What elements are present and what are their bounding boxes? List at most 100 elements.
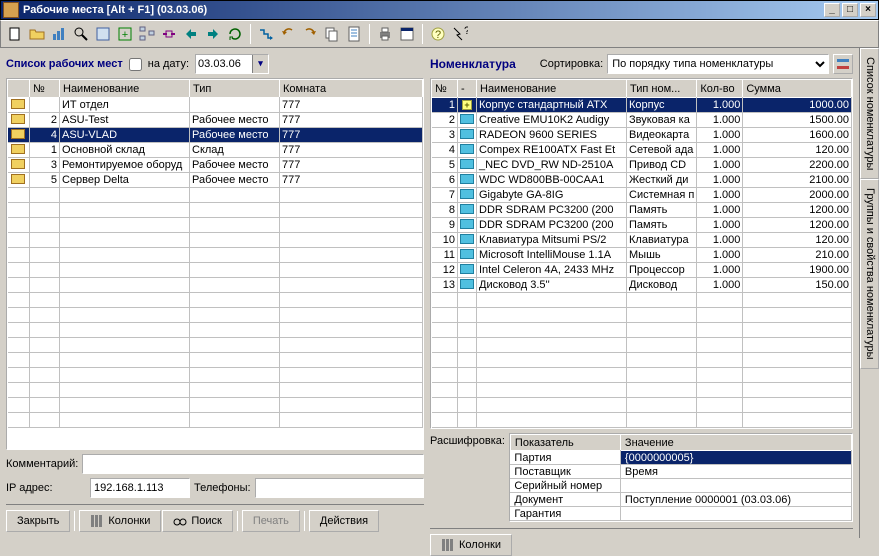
detail-row[interactable]: Партия{0000000005}: [510, 451, 851, 465]
table-row[interactable]: 5Сервер DeltaРабочее место777: [8, 173, 423, 188]
table-row[interactable]: [8, 368, 423, 383]
table-row[interactable]: 4 Compex RE100ATX Fast EtСетевой ада1.00…: [432, 143, 852, 158]
table-row[interactable]: [8, 263, 423, 278]
table-row[interactable]: 3 RADEON 9600 SERIESВидеокарта1.0001600.…: [432, 128, 852, 143]
comment-input[interactable]: [82, 454, 424, 474]
table-row[interactable]: [8, 233, 423, 248]
maximize-button[interactable]: □: [842, 3, 858, 17]
table-row[interactable]: [432, 413, 852, 428]
tool-link-icon[interactable]: [159, 24, 179, 44]
tool-search-icon[interactable]: [71, 24, 91, 44]
table-row[interactable]: 2ASU-TestРабочее место777: [8, 113, 423, 128]
table-row[interactable]: [432, 308, 852, 323]
tool-tree-icon[interactable]: [137, 24, 157, 44]
table-row[interactable]: [432, 353, 852, 368]
detail-row[interactable]: Гарантия: [510, 507, 851, 521]
table-row[interactable]: 3Ремонтируемое оборудРабочее место777: [8, 158, 423, 173]
tool-new-icon[interactable]: [5, 24, 25, 44]
tool-config-icon[interactable]: [93, 24, 113, 44]
tab-nomenclature-list[interactable]: Список номенклатуры: [860, 48, 879, 179]
workplaces-grid[interactable]: № Наименование Тип Комната ИТ отдел777 2…: [6, 78, 424, 450]
table-row[interactable]: ИТ отдел777: [8, 98, 423, 113]
table-row[interactable]: [432, 398, 852, 413]
tool-doc-icon[interactable]: [344, 24, 364, 44]
tool-copy-icon[interactable]: [322, 24, 342, 44]
print-button[interactable]: Печать: [242, 510, 300, 532]
columns-button[interactable]: Колонки: [79, 510, 161, 532]
detail-row[interactable]: ДокументПоступление 0000001 (03.03.06): [510, 493, 851, 507]
minimize-button[interactable]: _: [824, 3, 840, 17]
table-row[interactable]: [432, 368, 852, 383]
tool-print-icon[interactable]: [375, 24, 395, 44]
col-qty[interactable]: Кол-во: [697, 80, 743, 98]
table-row[interactable]: [8, 323, 423, 338]
date-input[interactable]: [196, 58, 252, 70]
table-row[interactable]: 11 Microsoft IntelliMouse 1.1AМышь1.0002…: [432, 248, 852, 263]
table-row[interactable]: [432, 323, 852, 338]
table-row[interactable]: [8, 203, 423, 218]
table-row[interactable]: 1Основной складСклад777: [8, 143, 423, 158]
tool-open-icon[interactable]: [27, 24, 47, 44]
table-row[interactable]: [432, 293, 852, 308]
col-sum[interactable]: Сумма: [743, 80, 852, 98]
table-row[interactable]: 13 Дисковод 3.5''Дисковод1.000150.00: [432, 278, 852, 293]
table-row[interactable]: 7 Gigabyte GA-8IGСистемная п1.0002000.00: [432, 188, 852, 203]
col-dash[interactable]: -: [458, 80, 477, 98]
nomenclature-grid[interactable]: № - Наименование Тип ном... Кол-во Сумма…: [430, 78, 853, 429]
table-row[interactable]: [8, 338, 423, 353]
table-row[interactable]: [8, 353, 423, 368]
col-num[interactable]: №: [30, 80, 60, 98]
detail-row[interactable]: ПоставщикВремя: [510, 465, 851, 479]
close-button[interactable]: Закрыть: [6, 510, 70, 532]
detail-row[interactable]: Серийный номер: [510, 479, 851, 493]
table-row[interactable]: 4ASU-VLADРабочее место777: [8, 128, 423, 143]
detail-grid[interactable]: Показатель Значение Партия{0000000005}По…: [509, 433, 853, 522]
col-name[interactable]: Наименование: [60, 80, 190, 98]
tool-refresh-icon[interactable]: [225, 24, 245, 44]
table-row[interactable]: 12 Intel Celeron 4A, 2433 MHzПроцессор1.…: [432, 263, 852, 278]
table-row[interactable]: 5 _NEC DVD_RW ND-2510AПривод CD1.0002200…: [432, 158, 852, 173]
sort-select[interactable]: По порядку типа номенклатуры: [607, 54, 829, 74]
table-row[interactable]: [8, 293, 423, 308]
table-row[interactable]: 1 + Корпус стандартный ATXКорпус1.000100…: [432, 98, 852, 113]
table-row[interactable]: [8, 218, 423, 233]
ip-input[interactable]: [90, 478, 190, 498]
table-row[interactable]: 6 WDC WD800BB-00CAA1Жесткий ди1.0002100.…: [432, 173, 852, 188]
table-row[interactable]: [8, 188, 423, 203]
table-row[interactable]: [8, 248, 423, 263]
tab-groups-props[interactable]: Группы и свойства номенклатуры: [860, 179, 879, 369]
col-icon[interactable]: [8, 80, 30, 98]
search-button[interactable]: Поиск: [162, 510, 232, 532]
table-row[interactable]: [432, 338, 852, 353]
actions-button[interactable]: Действия: [309, 510, 379, 532]
table-row[interactable]: 2 Creative EMU10K2 AudigyЗвуковая ка1.00…: [432, 113, 852, 128]
table-row[interactable]: [8, 278, 423, 293]
tool-export-icon[interactable]: [181, 24, 201, 44]
col-name[interactable]: Наименование: [477, 80, 627, 98]
tool-undo-icon[interactable]: [278, 24, 298, 44]
tool-import-icon[interactable]: [203, 24, 223, 44]
phones-input[interactable]: [255, 478, 424, 498]
date-filter-checkbox[interactable]: [129, 58, 142, 71]
tool-step-icon[interactable]: [256, 24, 276, 44]
table-row[interactable]: 9 DDR SDRAM PC3200 (200Память1.0001200.0…: [432, 218, 852, 233]
tool-help-icon[interactable]: ?: [428, 24, 448, 44]
tool-add-icon[interactable]: +: [115, 24, 135, 44]
tool-props-icon[interactable]: [397, 24, 417, 44]
tool-whatsthis-icon[interactable]: ?: [450, 24, 470, 44]
col-val[interactable]: Значение: [620, 435, 851, 451]
table-row[interactable]: 8 DDR SDRAM PC3200 (200Память1.0001200.0…: [432, 203, 852, 218]
col-room[interactable]: Комната: [280, 80, 423, 98]
table-row[interactable]: [432, 383, 852, 398]
table-row[interactable]: 10 Клавиатура Mitsumi PS/2Клавиатура1.00…: [432, 233, 852, 248]
table-row[interactable]: [8, 398, 423, 413]
col-key[interactable]: Показатель: [510, 435, 620, 451]
table-row[interactable]: [8, 413, 423, 428]
close-button[interactable]: ×: [860, 3, 876, 17]
table-row[interactable]: [8, 383, 423, 398]
col-type[interactable]: Тип: [190, 80, 280, 98]
col-type[interactable]: Тип ном...: [627, 80, 697, 98]
date-dropdown-icon[interactable]: ▾: [252, 55, 268, 73]
tool-stats-icon[interactable]: [49, 24, 69, 44]
columns-button-right[interactable]: Колонки: [430, 534, 512, 556]
